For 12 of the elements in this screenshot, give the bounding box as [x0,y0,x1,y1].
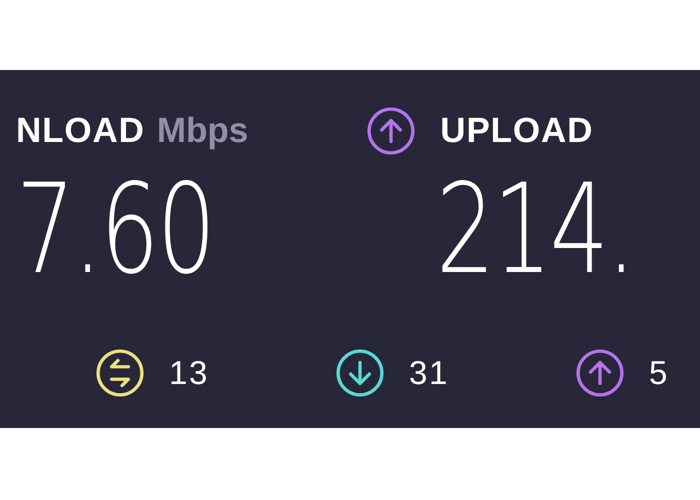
download-speed: 7.60 [16,168,214,292]
unit-label: Mbps [156,110,248,152]
stat-value: 13 [169,353,210,394]
upload-speed: 214. [436,168,634,292]
stat-value: 5 [649,353,670,394]
upload-icon [366,106,416,156]
upload-label: UPLOAD [440,110,594,152]
upload-icon [575,348,626,398]
download-label: NLOAD [16,110,145,152]
download-icon [335,348,386,398]
ping-icon [95,348,145,398]
stat-value: 31 [409,353,450,394]
